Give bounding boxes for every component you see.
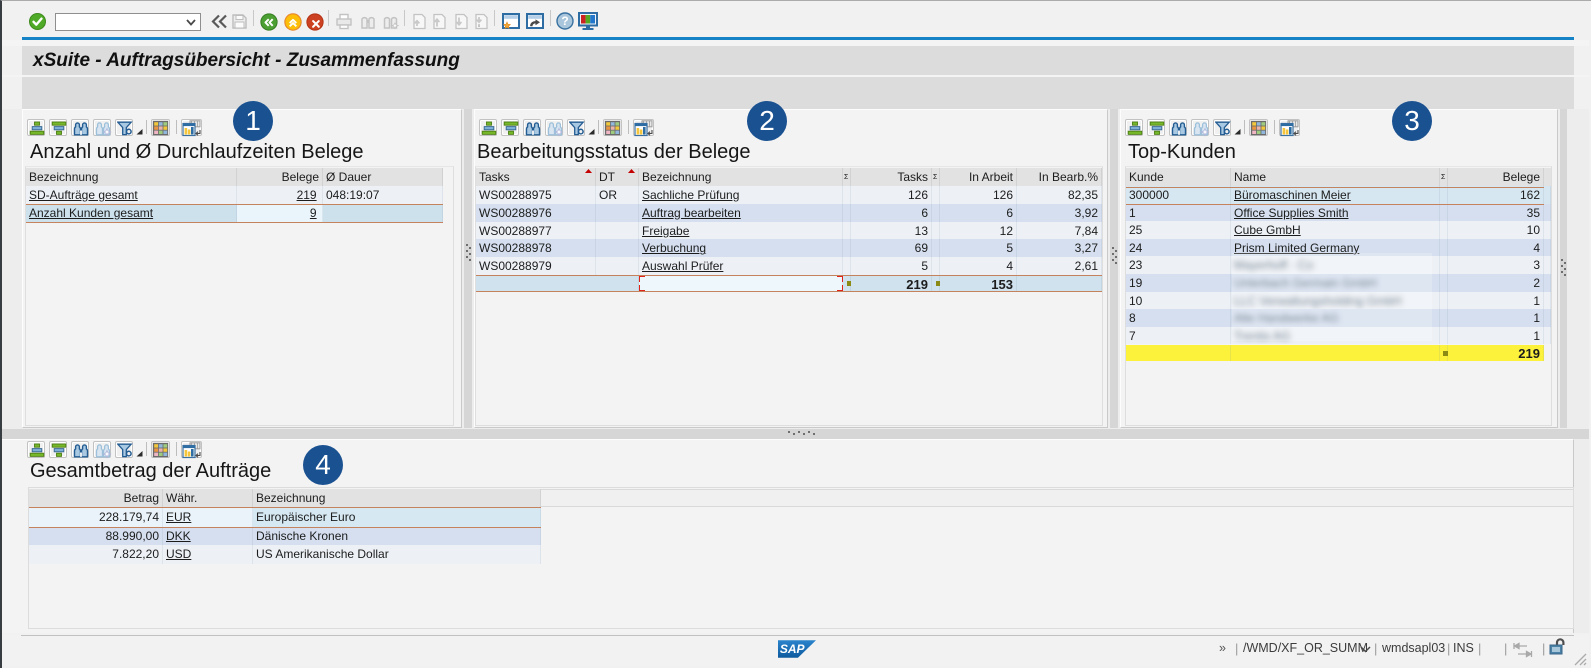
svg-text:?: ? [561,14,568,28]
svg-text:SAP: SAP [780,642,806,656]
